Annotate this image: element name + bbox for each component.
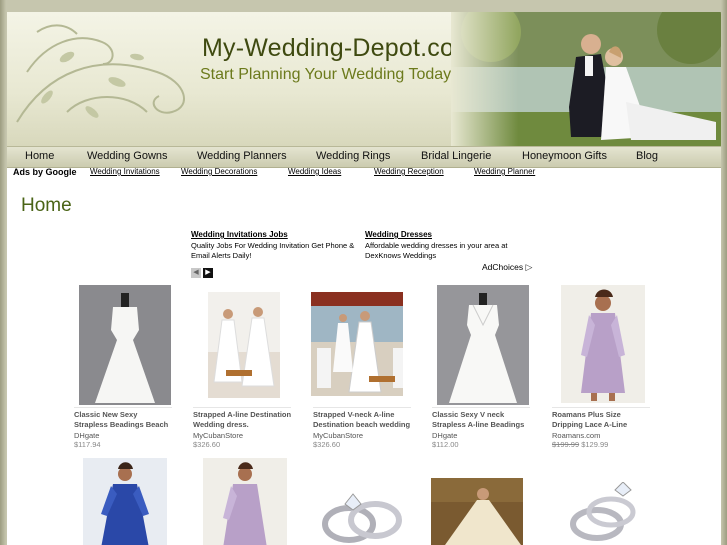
product-2-store: MyCubanStore — [193, 431, 244, 440]
page-heading: Home — [21, 195, 72, 216]
floral-swirl-decoration — [16, 24, 185, 123]
product-1-name[interactable]: Classic New Sexy Strapless Beadings Beach — [74, 410, 178, 429]
product-5-price: $199.99 $129.99 — [552, 440, 608, 449]
product-3-divider — [313, 407, 411, 408]
product-3-price: $326.60 — [313, 440, 341, 449]
product-4-name[interactable]: Classic Sexy V neck Strapless A-line Bead… — [432, 410, 536, 429]
product-5-image[interactable] — [561, 285, 653, 403]
product-3-image[interactable] — [311, 292, 403, 396]
ad-link-wedding-invitations[interactable]: Wedding Invitations — [90, 167, 160, 176]
text-ad-1-desc: Quality Jobs For Wedding Invitation Get … — [191, 241, 367, 261]
product-5-sale-price: $129.99 — [581, 440, 609, 449]
product-2-divider — [193, 407, 291, 408]
product-1-image[interactable] — [79, 285, 171, 405]
product-1-name-line2: Strapless Beadings Beach — [74, 419, 169, 429]
product-8-image[interactable] — [315, 484, 407, 545]
product-5-name[interactable]: Roamans Plus Size Dripping Lace A-Line — [552, 410, 656, 429]
product-1-store: DHgate — [74, 431, 100, 440]
nav-wedding-planners[interactable]: Wedding Planners — [197, 150, 287, 162]
text-ad-1[interactable]: Wedding Invitations Jobs Quality Jobs Fo… — [191, 230, 367, 261]
product-5-name-line2: Dripping Lace A-Line — [552, 419, 628, 429]
text-ad-2-title[interactable]: Wedding Dresses — [365, 230, 541, 239]
product-2-image[interactable] — [208, 292, 300, 398]
product-4-image[interactable] — [437, 285, 529, 405]
nav-home[interactable]: Home — [25, 150, 54, 162]
couple-photo — [451, 12, 721, 146]
product-3-store: MyCubanStore — [313, 431, 364, 440]
ads-by-google-label: Ads by Google — [13, 167, 77, 177]
product-9-image[interactable] — [431, 478, 523, 545]
product-4-store: DHgate — [432, 431, 458, 440]
next-arrow-icon[interactable]: ▶ — [203, 268, 213, 278]
product-4-divider — [432, 407, 530, 408]
product-1-price: $117.94 — [74, 440, 101, 449]
nav-bridal-lingerie[interactable]: Bridal Lingerie — [421, 150, 491, 162]
product-3-name[interactable]: Strapped V-neck A-line Destination beach … — [313, 410, 417, 429]
nav-honeymoon-gifts[interactable]: Honeymoon Gifts — [522, 150, 607, 162]
text-ad-2[interactable]: Wedding Dresses Affordable wedding dress… — [365, 230, 541, 261]
product-7-image[interactable] — [203, 458, 295, 545]
product-3-name-line2: Destination beach wedding — [313, 419, 411, 429]
page-container: My-Wedding-Depot.com Start Planning Your… — [7, 12, 721, 545]
text-ad-2-desc: Affordable wedding dresses in your area … — [365, 241, 541, 261]
site-tagline: Start Planning Your Wedding Today! — [200, 66, 456, 83]
product-10-image[interactable] — [561, 482, 653, 545]
site-header: My-Wedding-Depot.com Start Planning Your… — [7, 12, 721, 146]
nav-wedding-gowns[interactable]: Wedding Gowns — [87, 150, 168, 162]
product-2-price: $326.60 — [193, 440, 221, 449]
product-2-name[interactable]: Strapped A-line Destination Wedding dress… — [193, 410, 297, 429]
product-3-name-line1: Strapped V-neck A-line — [313, 410, 395, 419]
product-5-name-line1: Roamans Plus Size — [552, 410, 621, 419]
product-5-store: Roamans.com — [552, 431, 601, 440]
text-ad-1-title[interactable]: Wedding Invitations Jobs — [191, 230, 367, 239]
product-1-divider — [74, 407, 172, 408]
ad-pager: ◀ ▶ — [191, 261, 215, 279]
product-5-divider — [552, 407, 650, 408]
adchoices-link[interactable]: AdChoices ▷ — [482, 262, 532, 273]
product-2-name-line1: Strapped A-line Destination — [193, 410, 292, 419]
ad-link-wedding-decorations[interactable]: Wedding Decorations — [181, 167, 257, 176]
adchoices-label: AdChoices — [482, 262, 524, 272]
product-5-old-price: $199.99 — [552, 440, 580, 449]
prev-arrow-icon[interactable]: ◀ — [191, 268, 201, 278]
text-ad-1-desc-line1: Quality Jobs For Wedding Invitation Get … — [191, 241, 355, 250]
product-1-name-line1: Classic New Sexy — [74, 410, 138, 419]
text-ad-2-desc-line1: Affordable wedding dresses in your area … — [365, 241, 508, 250]
nav-wedding-rings[interactable]: Wedding Rings — [316, 150, 390, 162]
adchoices-icon: ▷ — [525, 262, 533, 272]
product-4-name-line1: Classic Sexy V neck — [432, 410, 505, 419]
product-4-name-line2: Strapless A-line Beadings — [432, 419, 525, 429]
nav-blog[interactable]: Blog — [636, 150, 658, 162]
ad-link-wedding-planner[interactable]: Wedding Planner — [474, 167, 535, 176]
text-ad-2-desc-line2: DexKnows Weddings — [365, 251, 437, 260]
ad-links-bar: Ads by Google Wedding Invitations Weddin… — [7, 167, 721, 181]
product-2-name-line2: Wedding dress. — [193, 419, 249, 429]
product-4-price: $112.00 — [432, 440, 459, 449]
site-title[interactable]: My-Wedding-Depot.com — [202, 34, 475, 63]
product-6-image[interactable] — [83, 458, 175, 545]
ad-link-wedding-ideas[interactable]: Wedding Ideas — [288, 167, 341, 176]
text-ad-1-desc-line2: Email Alerts Daily! — [191, 251, 252, 260]
ad-link-wedding-reception[interactable]: Wedding Reception — [374, 167, 444, 176]
main-nav: Home Wedding Gowns Wedding Planners Wedd… — [7, 146, 721, 168]
